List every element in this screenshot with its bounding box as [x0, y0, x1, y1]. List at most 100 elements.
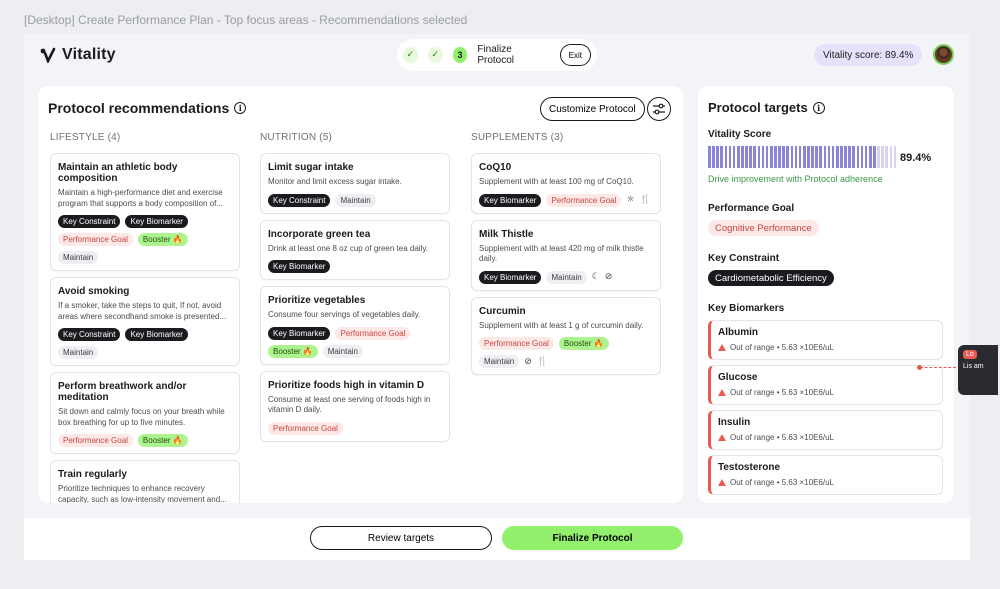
recommendation-card[interactable]: Prioritize foods high in vitamin D Consum… — [260, 370, 450, 442]
recommendation-card[interactable]: Perform breathwork and/or meditation Sit … — [50, 372, 240, 454]
vitality-bar-tick — [724, 146, 728, 168]
biomarker-status: Out of range • 5.63 ×10E6/uL — [718, 478, 935, 487]
tag-maintain: Maintain — [58, 251, 99, 264]
vitality-bar-tick — [811, 146, 814, 168]
warning-icon — [718, 344, 726, 351]
recommendations-title: Protocol recommendations — [48, 100, 230, 116]
step-2-check-icon[interactable]: ✓ — [427, 47, 443, 63]
step-3-number[interactable]: 3 — [452, 47, 468, 63]
biomarker-list: Albumin Out of range • 5.63 ×10E6/uL Gluco… — [708, 320, 943, 500]
tag-maintain: Maintain — [322, 344, 364, 358]
biomarker-status-text: Out of range • 5.63 ×10E6/uL — [730, 478, 834, 487]
card-title: CoQ10 — [479, 162, 512, 173]
vitality-bar-tick — [765, 146, 769, 168]
card-title: Milk Thistle — [479, 228, 534, 240]
supplements-column: SUPPLEMENTS (3) CoQ10 Supplement with at l… — [471, 132, 661, 381]
biomarker-status: Out of range • 5.63 ×10E6/uL — [718, 388, 935, 397]
vitality-score-label: Vitality Score — [708, 129, 772, 140]
warning-icon — [718, 389, 726, 396]
vitality-bar-tick — [815, 146, 818, 168]
card-tags: Performance Goal Booster 🔥 Maintain ⊘ 🍴 — [479, 337, 653, 368]
lifestyle-column: LIFESTYLE (4) Maintain an athletic body c… — [50, 132, 240, 503]
vitality-bar-tick — [860, 146, 864, 168]
vitality-bar-tick — [831, 146, 835, 168]
vitality-bar-tick — [864, 146, 868, 168]
vitality-bar-tick — [774, 146, 777, 168]
recommendation-card[interactable]: Milk Thistle Supplement with at least 420… — [471, 219, 661, 291]
recommendation-card[interactable]: Maintain an athletic body composition Mai… — [50, 153, 240, 271]
tag-booster: Booster 🔥 — [268, 344, 318, 358]
footer-bar: Review targets Finalize Protocol — [24, 518, 970, 560]
tag-performance-goal: Performance Goal — [335, 326, 411, 340]
brand-logo[interactable]: Vitality — [40, 46, 116, 65]
biomarker-card[interactable]: Albumin Out of range • 5.63 ×10E6/uL — [708, 320, 943, 360]
vitality-bar-tick — [790, 146, 794, 168]
vitality-score-badge: Vitality score: 89.4% — [814, 44, 923, 66]
recommendation-card[interactable]: Train regularly Prioritize techniques to … — [50, 460, 240, 503]
biomarker-name: Insulin — [718, 417, 751, 428]
tag-key-biomarker: Key Biomarker — [479, 193, 542, 207]
app-frame: Vitality ✓ ✓ 3 Finalize Protocol Exit Vi… — [24, 34, 970, 560]
recommendation-card[interactable]: Prioritize vegetables Consume four servin… — [260, 286, 450, 365]
biomarker-card[interactable]: Glucose Out of range • 5.63 ×10E6/uL — [708, 365, 943, 405]
callout-connector — [920, 367, 956, 368]
vitality-bar-tick — [736, 146, 740, 168]
vitality-bar-tick — [794, 146, 798, 168]
user-avatar[interactable] — [933, 44, 954, 65]
key-biomarkers-label: Key Biomarkers — [708, 303, 785, 314]
vitality-bar-tick — [769, 146, 773, 168]
targets-title: Protocol targets — [708, 100, 808, 115]
vitality-bar-tick — [881, 146, 884, 168]
performance-goal-badge: Cognitive Performance — [708, 220, 819, 236]
adherence-link[interactable]: Drive improvement with Protocol adherenc… — [708, 174, 883, 184]
vitality-score-bar — [708, 146, 897, 168]
tag-performance-goal: Performance Goal — [58, 233, 133, 246]
vitality-bar-tick — [873, 146, 876, 168]
recommendation-card[interactable]: Incorporate green tea Drink at least one … — [260, 219, 450, 280]
card-title: Prioritize vegetables — [268, 295, 366, 306]
card-title: Limit sugar intake — [268, 162, 354, 173]
finalize-protocol-button[interactable]: Finalize Protocol — [502, 526, 683, 550]
card-description: Drink at least one 8 oz cup of green tea… — [268, 243, 428, 253]
vitality-bar-tick — [844, 146, 847, 168]
info-icon[interactable]: i — [812, 101, 825, 114]
info-icon[interactable]: i — [234, 102, 247, 114]
brand-name: Vitality — [62, 46, 116, 63]
tag-maintain: Maintain — [335, 193, 376, 207]
biomarker-name: Glucose — [718, 372, 758, 383]
step-1-check-icon[interactable]: ✓ — [403, 47, 418, 63]
card-description: Monitor and limit excess sugar intake. — [268, 177, 402, 186]
biomarker-card[interactable]: Testosterone Out of range • 5.63 ×10E6/uL — [708, 455, 943, 495]
protocol-stepper: ✓ ✓ 3 Finalize Protocol Exit — [397, 39, 597, 71]
card-tags: Key Biomarker Maintain ☾ ⊘ — [479, 270, 653, 284]
card-description: Supplement with at least 1 g of curcumin… — [479, 320, 644, 330]
card-tags: Key Biomarker — [268, 260, 442, 273]
exit-button[interactable]: Exit — [559, 44, 591, 66]
recommendation-card[interactable]: Curcumin Supplement with at least 1 g of … — [471, 296, 661, 375]
tag-key-biomarker: Key Biomarker — [268, 260, 331, 273]
tag-performance-goal: Performance Goal — [479, 337, 554, 350]
card-tags: Key Constraint Key Biomarker Maintain — [58, 328, 232, 359]
customize-protocol-button[interactable]: Customize Protocol — [540, 97, 645, 121]
vitality-bar-tick — [827, 146, 831, 168]
card-description: If a smoker, take the steps to quit, If … — [58, 301, 227, 321]
vitality-bar-tick — [868, 146, 872, 168]
tag-key-constraint: Key Constraint — [58, 328, 121, 341]
recommendation-card[interactable]: Limit sugar intake Monitor and limit exce… — [260, 153, 450, 214]
biomarker-callout[interactable]: Lo Lis am — [958, 345, 998, 395]
sliders-icon — [653, 103, 665, 115]
biomarker-card[interactable]: Insulin Out of range • 5.63 ×10E6/uL — [708, 410, 943, 450]
vitality-bar-tick — [889, 146, 893, 168]
vitality-bar-tick — [802, 146, 806, 168]
filter-settings-button[interactable] — [647, 97, 671, 121]
vitality-bar-tick — [749, 146, 752, 168]
recommendation-card[interactable]: CoQ10 Supplement with at least 100 mg of … — [471, 153, 661, 214]
card-tags: Key Constraint Maintain — [268, 193, 442, 207]
utensils-icon: 🍴 — [536, 356, 549, 367]
recommendation-card[interactable]: Avoid smoking If a smoker, take the steps… — [50, 277, 240, 366]
vitality-bar-tick — [786, 146, 789, 168]
card-title: Maintain an athletic body composition — [58, 162, 178, 184]
utensils-icon: 🍴 — [639, 195, 651, 205]
card-description: Consume four servings of vegetables dail… — [268, 310, 421, 319]
review-targets-button[interactable]: Review targets — [310, 526, 492, 550]
